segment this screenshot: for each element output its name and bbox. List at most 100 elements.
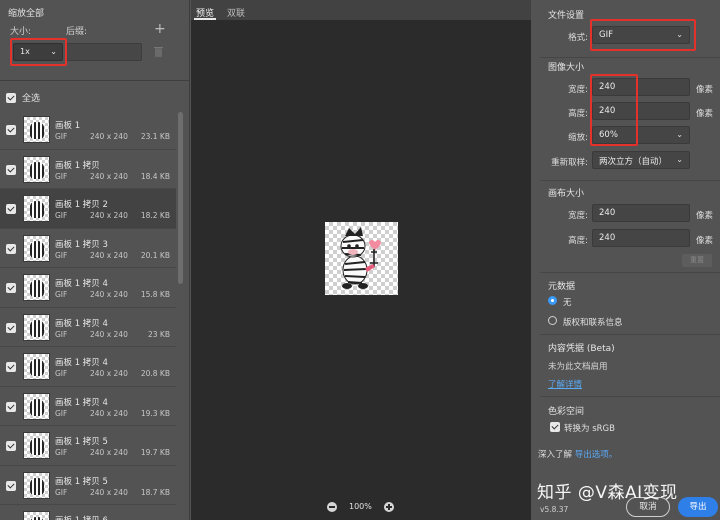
more-prefix: 深入了解 [538,450,573,460]
canvas-width-unit: 像素 [696,211,714,221]
checkbox-icon[interactable] [6,322,16,333]
artboard-dimensions: 240 x 240 [90,290,128,299]
checkbox-icon[interactable] [6,204,16,214]
artboard-format: GIF [55,132,68,141]
checkbox-icon[interactable] [6,283,16,293]
artboard-name: 画板 1 拷贝 3 [55,239,108,250]
artboard-format: GIF [55,448,68,457]
tab-dual[interactable]: 双联 [227,6,245,19]
meta-none-radio[interactable] [548,296,557,305]
artboard-dimensions: 240 x 240 [90,369,128,378]
artboard-thumbnail [23,353,50,380]
artboard-format: GIF [55,211,68,220]
not-enabled-text: 未为此文档启用 [548,362,608,372]
list-item[interactable]: 画板 1 拷贝 6GIF240 x 240 [0,505,176,520]
artboard-dimensions: 240 x 240 [90,329,128,339]
scale-label: 缩放: [568,133,588,143]
artboard-format: GIF [55,369,68,378]
checkbox-icon[interactable] [6,401,16,412]
artboard-name: 画板 1 拷贝 4 [55,279,108,289]
artboard-thumbnail [23,432,50,459]
size-label: 大小: [10,27,32,37]
metadata-heading: 元数据 [548,282,576,292]
artboard-filesize: 19.3 KB [140,408,170,418]
list-item[interactable]: 画板 1 拷贝 5 GIF 240 x 240 19.7 KB [0,426,176,466]
list-item[interactable]: 画板 1 拷贝 4 GIF 240 x 240 19.3 KB [0,387,176,426]
reset-canvas-button[interactable]: 重置 [682,254,712,267]
checkbox-icon[interactable] [6,243,16,254]
divider [540,334,720,335]
learn-more-link[interactable]: 了解详情 [548,378,582,390]
artboard-filesize: 19.7 KB [140,448,170,457]
add-scale-button[interactable]: + [154,21,166,37]
width-label: 宽度: [568,85,588,95]
size-highlight-box [10,38,67,66]
export-options-link[interactable]: 导出选项。 [575,450,618,460]
width-unit: 像素 [696,85,714,95]
checkbox-icon [6,92,16,103]
meta-none-label: 无 [563,298,572,308]
list-item[interactable]: 画板 1 拷贝 3 GIF 240 x 240 20.1 KB [0,229,176,268]
preview-area: 预览 双联 100% [191,0,531,520]
resample-value: 两次立方（自动） [599,157,668,167]
artboard-thumbnail [23,195,50,222]
artboard-thumbnail [23,511,50,520]
resample-select[interactable]: 两次立方（自动） ⌄ [592,151,690,169]
scale-all-title: 缩放全部 [8,9,45,19]
list-item[interactable]: 画板 1 拷贝 5 GIF 240 x 240 18.7 KB [0,466,176,505]
artboard-filesize: 18.2 KB [140,211,170,220]
preview-image [325,222,398,295]
file-settings-heading: 文件设置 [548,11,585,21]
tab-preview[interactable]: 预览 [193,6,217,20]
checkbox-icon[interactable] [6,125,16,135]
chevron-down-icon: ⌄ [676,130,683,139]
suffix-input[interactable] [66,43,142,61]
checkbox-icon[interactable] [6,441,16,451]
divider [0,80,190,81]
artboard-dimensions: 240 x 240 [90,211,128,220]
resample-label: 重新取样: [551,158,588,168]
artboard-thumbnail [23,274,50,301]
zoom-out-icon[interactable] [327,502,337,512]
checkbox-icon[interactable] [6,362,16,372]
artboard-list: 画板 1 GIF 240 x 240 23.1 KB 画板 1 拷贝 GIF 240 x 2… [0,110,176,520]
artboard-format: GIF [55,171,68,181]
list-scrollbar[interactable] [178,112,183,284]
artboard-dimensions: 240 x 240 [90,408,128,418]
artboard-thumbnail [23,471,50,499]
artboard-filesize: 23.1 KB [140,132,170,141]
canvas-width-input[interactable]: 240 [592,204,690,222]
divider [540,396,720,397]
artboard-dimensions: 240 x 240 [90,171,128,181]
list-item[interactable]: 画板 1 拷贝 2 GIF 240 x 240 18.2 KB [0,189,176,229]
divider [540,180,720,181]
select-all-checkbox[interactable]: 全选 [6,91,40,104]
checkbox-icon[interactable] [6,480,16,491]
list-item[interactable]: 画板 1 拷贝 4 GIF 240 x 240 15.8 KB [0,268,176,308]
trash-icon[interactable] [154,46,163,57]
watermark-text: 知乎 @V森AI变现 [537,483,678,503]
list-item[interactable]: 画板 1 GIF 240 x 240 23.1 KB [0,110,176,150]
artboard-dimensions: 240 x 240 [90,487,128,497]
export-button[interactable]: 导出 [678,497,718,517]
version-label: v5.8.37 [540,505,569,514]
list-item[interactable]: 画板 1 拷贝 4 GIF 240 x 240 23 KB [0,308,176,347]
zoom-in-icon[interactable] [384,502,394,512]
zoom-bar: 100% [191,498,531,520]
checkbox-icon[interactable] [6,164,16,175]
meta-copyright-radio[interactable] [548,316,557,325]
artboard-thumbnail [23,392,50,420]
artboard-dimensions: 240 x 240 [90,448,128,457]
image-size-highlight-box [590,74,638,146]
height-label: 高度: [568,109,588,119]
artboard-thumbnail [23,234,50,262]
canvas-height-input[interactable]: 240 [592,229,690,247]
artboard-filesize: 18.7 KB [140,487,170,497]
view-tabs: 预览 双联 [191,0,531,20]
list-item[interactable]: 画板 1 拷贝 4 GIF 240 x 240 20.8 KB [0,347,176,387]
artboard-name: 画板 1 拷贝 4 [55,358,108,368]
convert-srgb-checkbox[interactable] [550,422,560,432]
list-item[interactable]: 画板 1 拷贝 GIF 240 x 240 18.4 KB [0,150,176,189]
divider [540,57,720,58]
artboard-thumbnail [23,155,50,183]
